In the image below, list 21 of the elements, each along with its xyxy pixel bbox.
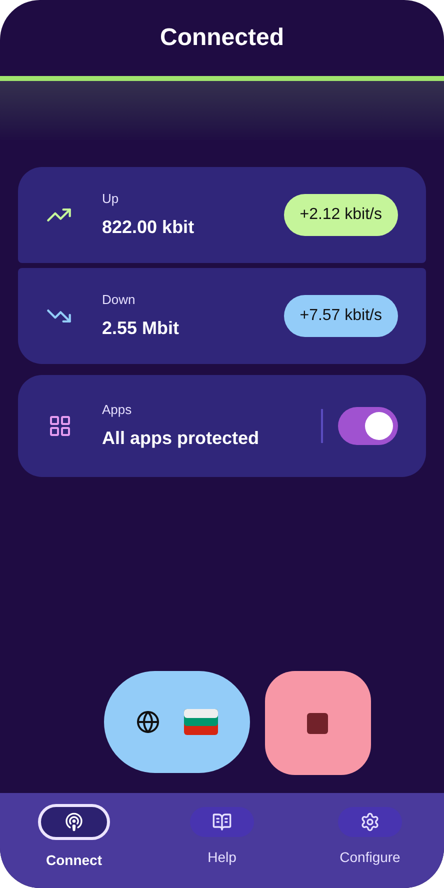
globe-icon — [136, 710, 160, 734]
nav-tab[interactable]: Connect — [0, 807, 148, 888]
stat-value: 2.55 Mbit — [102, 317, 180, 340]
stop-button[interactable] — [264, 671, 370, 775]
apps-label: Apps — [102, 400, 133, 419]
rate-badge: +2.12 kbit/s — [284, 194, 398, 236]
apps-toggle[interactable] — [338, 407, 398, 445]
settings-icon — [360, 812, 380, 832]
nav-tab[interactable]: Help — [148, 807, 296, 888]
flag-icon — [184, 709, 218, 735]
apps-value: All apps protected — [102, 427, 260, 450]
screen-title: Connected — [160, 23, 284, 53]
stat-value: 822.00 kbit — [102, 216, 196, 240]
stat-label: Up — [102, 190, 120, 208]
stop-icon — [307, 712, 328, 734]
nav-tab[interactable]: Configure — [296, 807, 444, 888]
grid-icon — [48, 414, 72, 438]
stat-label: Down — [102, 290, 136, 309]
signal-icon — [64, 812, 84, 832]
rate-badge: +7.57 kbit/s — [284, 295, 398, 337]
book-icon — [212, 812, 232, 832]
